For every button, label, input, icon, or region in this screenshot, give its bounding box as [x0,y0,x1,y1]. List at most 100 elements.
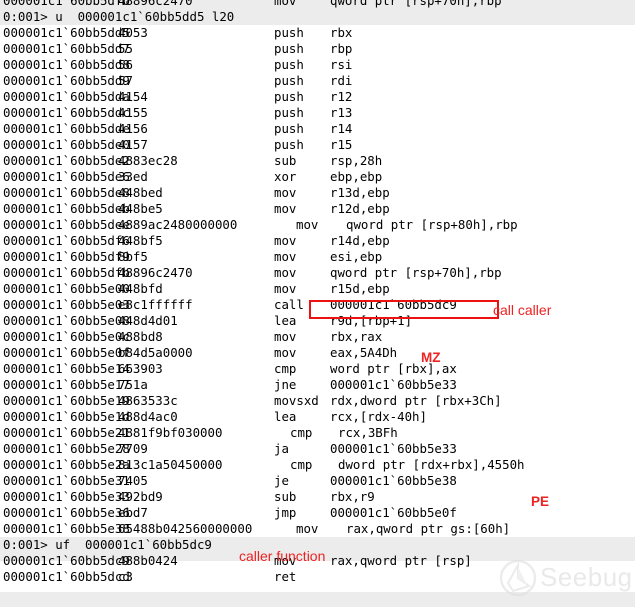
disassembly-line: 000001c1`60bb5e0c 488bd8 mov rbx,rax [0,329,635,345]
instruction-mnemonic: ja [274,441,289,456]
instruction-bytes: 7405 [118,473,148,488]
instruction-operands: eax,5A4Dh [330,345,398,360]
disassembly-line: 000001c1`60bb5dd5 4053 push rbx [0,25,635,41]
disassembly-line: 000001c1`60bb5dd7 55 push rbp [0,41,635,57]
instruction-mnemonic: mov [274,201,297,216]
instruction-bytes: 448bfd [118,281,163,296]
instruction-operands: rdx,dword ptr [rbx+3Ch] [330,393,502,408]
disassembly-line: 000001c1`60bb5df6 448bf5 mov r14d,ebp [0,233,635,249]
instruction-operands: rdi [330,73,353,88]
instruction-operands: rbp [330,41,353,56]
instruction-address: 000001c1`60bb5e1d [3,409,130,424]
instruction-operands: r15 [330,137,353,152]
instruction-bytes: 4156 [118,121,148,136]
instruction-mnemonic: mov [274,233,297,248]
disassembly-line: 000001c1`60bb5dcd c3 ret [0,569,635,585]
instruction-address: 000001c1`60bb5dd9 [3,73,130,88]
instruction-operands: 000001c1`60bb5e0f [330,505,457,520]
instruction-mnemonic: mov [274,185,297,200]
disassembly-line: 000001c1`60bb5e0f b84d5a0000 mov eax,5A4Dh [0,345,635,361]
disassembly-line: 000001c1`60bb5e19 4863533c movsxd rdx,dword… [0,393,635,409]
instruction-address: 000001c1`60bb5e0c [3,329,130,344]
disassembly-line: 000001c1`60bb5dd9 57 push rdi [0,73,635,89]
instruction-mnemonic: mov [274,281,297,296]
instruction-address: 000001c1`60bb5e21 [3,425,130,440]
instruction-operands: rax,qword ptr gs:[60h] [346,521,511,536]
instruction-mnemonic: ret [274,569,297,584]
instruction-mnemonic: mov [274,345,297,360]
clipped-bytes: 48896c2470 [118,0,193,8]
instruction-mnemonic: push [274,25,304,40]
disassembly-line: 000001c1`60bb5dee 4889ac2480000000 mov qwor… [0,217,635,233]
instruction-bytes: b84d5a0000 [118,345,193,360]
instruction-operands: r15d,ebp [330,281,390,296]
instruction-mnemonic: cmp [290,457,313,472]
instruction-address: 000001c1`60bb5dda [3,89,130,104]
instruction-bytes: ebd7 [118,505,148,520]
instruction-mnemonic: push [274,121,304,136]
disassembly-line: 000001c1`60bb5dda 4154 push r12 [0,89,635,105]
instruction-operands: r9d,[rbp+1] [330,313,413,328]
instruction-operands: rcx,[rdx-40h] [330,409,427,424]
instruction-address: 000001c1`60bb5e28 [3,441,130,456]
instruction-address: 000001c1`60bb5de0 [3,137,130,152]
disassembly-line: 000001c1`60bb5df9 8bf5 mov esi,ebp [0,249,635,265]
instruction-address: 000001c1`60bb5dd7 [3,41,130,56]
instruction-bytes: 7709 [118,441,148,456]
instruction-operands: rsp,28h [330,153,383,168]
instruction-mnemonic: jmp [274,505,297,520]
disassembly-line: 000001c1`60bb5de8 448bed mov r13d,ebp [0,185,635,201]
clipped-mnem: mov [274,0,297,8]
instruction-bytes: 57 [118,73,133,88]
instruction-address: 000001c1`60bb5dee [3,217,130,232]
instruction-address: 000001c1`60bb5e0f [3,345,130,360]
instruction-bytes: e8c1ffffff [118,297,193,312]
instruction-bytes: 4155 [118,105,148,120]
instruction-bytes: 4863533c [118,393,178,408]
disassembly-line: 000001c1`60bb5e28 7709 ja 000001c1`60bb5e33 [0,441,635,457]
instruction-address: 000001c1`60bb5ddc [3,105,130,120]
command-prompt-line[interactable]: 0:001> u 000001c1`60bb5dd5 l20 [0,9,635,25]
instruction-bytes: 813c1a50450000 [118,457,223,472]
disassembly-line: 000001c1`60bb5e31 7405 je 000001c1`60bb5e38 [0,473,635,489]
disassembly-line: 000001c1`60bb5e38 65488b042560000000 mov ra… [0,521,635,537]
disassembly-line: 000001c1`60bb5e00 448bfd mov r15d,ebp [0,281,635,297]
instruction-bytes: 33ed [118,169,148,184]
instruction-mnemonic: push [274,57,304,72]
instruction-mnemonic: mov [274,329,297,344]
instruction-operands: 000001c1`60bb5e33 [330,441,457,456]
instruction-bytes: 4157 [118,137,148,152]
instruction-operands: esi,ebp [330,249,383,264]
instruction-operands: rcx,3BFh [338,425,398,440]
disassembly-line: 000001c1`60bb5e14 663903 cmp word ptr [rbx]… [0,361,635,377]
instruction-address: 000001c1`60bb5dd8 [3,57,130,72]
instruction-address: 000001c1`60bb5dcd [3,569,130,584]
instruction-address: 000001c1`60bb5de2 [3,153,130,168]
disassembly-line: 000001c1`60bb5dd8 56 push rsi [0,57,635,73]
annotation-call-caller: call caller [493,302,552,318]
instruction-operands: dword ptr [rdx+rbx],4550h [338,457,525,472]
instruction-operands: rbx [330,25,353,40]
instruction-mnemonic: cmp [274,361,297,376]
instruction-mnemonic: cmp [290,425,313,440]
instruction-operands: r12d,ebp [330,201,390,216]
instruction-bytes: 751a [118,377,148,392]
instruction-mnemonic: mov [296,217,319,232]
instruction-address: 000001c1`60bb5dde [3,121,130,136]
instruction-mnemonic: xor [274,169,297,184]
instruction-operands: r14 [330,121,353,136]
instruction-operands: 000001c1`60bb5e33 [330,377,457,392]
instruction-mnemonic: push [274,73,304,88]
instruction-mnemonic: mov [296,521,319,536]
instruction-address: 000001c1`60bb5e00 [3,281,130,296]
disassembly-line: 000001c1`60bb5de0 4157 push r15 [0,137,635,153]
instruction-bytes: 48896c2470 [118,265,193,280]
instruction-bytes: 488b0424 [118,553,178,568]
instruction-bytes: 448d4d01 [118,313,178,328]
instruction-bytes: 4883ec28 [118,153,178,168]
instruction-operands: rbx,r9 [330,489,375,504]
disassembly-line: 000001c1`60bb5ddc 4155 push r13 [0,105,635,121]
instruction-address: 000001c1`60bb5e38 [3,521,130,536]
instruction-bytes: 4154 [118,89,148,104]
instruction-bytes: 8bf5 [118,249,148,264]
